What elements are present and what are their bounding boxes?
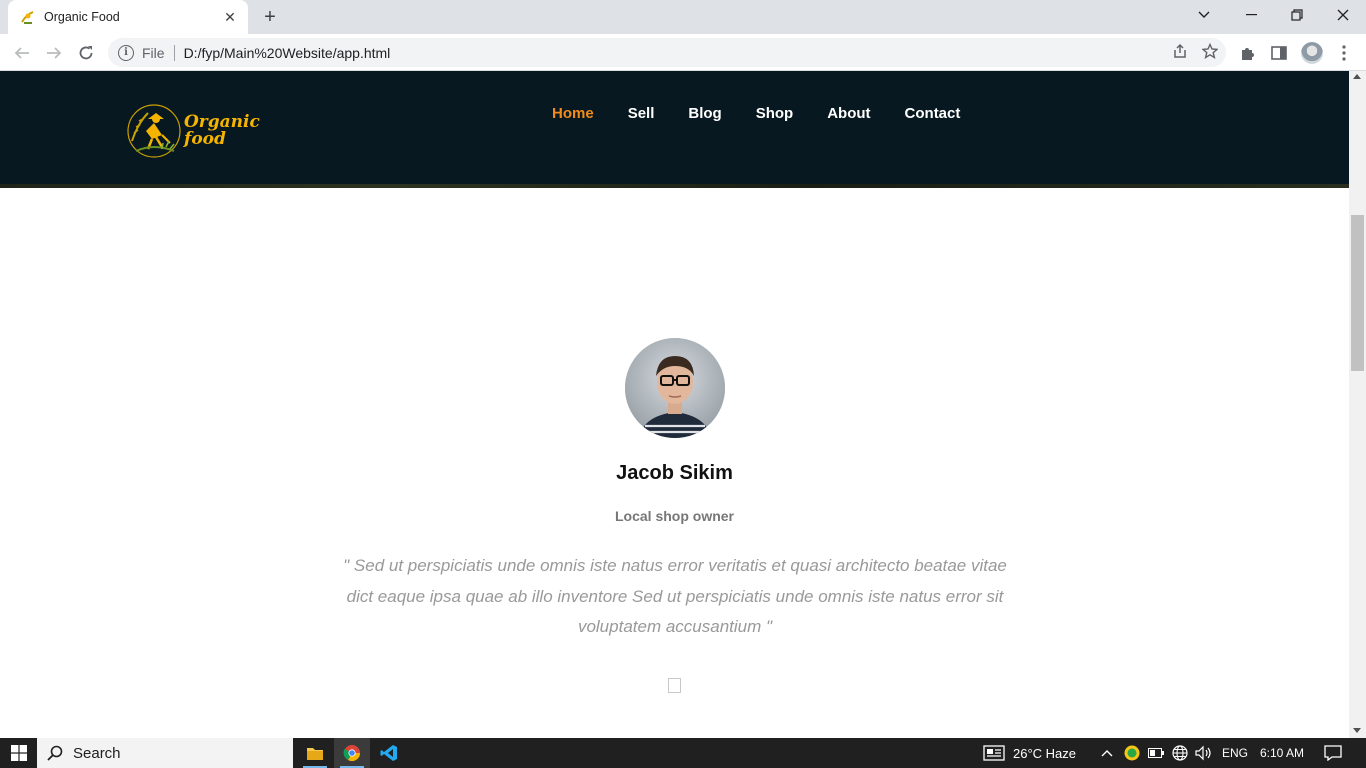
new-tab-button[interactable]: +	[258, 5, 282, 29]
page-scrollbar[interactable]	[1349, 71, 1366, 738]
browser-tabstrip: Organic Food ✕ +	[0, 0, 1366, 34]
testimonial-role: Local shop owner	[614, 508, 734, 524]
file-explorer-icon[interactable]	[297, 738, 333, 768]
network-globe-icon[interactable]	[1172, 738, 1188, 768]
clock[interactable]: 6:10 AM	[1260, 738, 1304, 768]
input-language[interactable]: ENG	[1222, 738, 1248, 768]
main-nav: Home Sell Blog Shop About Contact	[552, 105, 994, 122]
weather-widget[interactable]: 26°C Haze	[983, 738, 1076, 768]
site-info-icon[interactable]: i	[118, 44, 134, 61]
scrollbar-thumb[interactable]	[1351, 215, 1364, 371]
side-panel-icon[interactable]	[1268, 42, 1290, 64]
app-tray-icon[interactable]	[1124, 738, 1140, 768]
tab-search-chevron-icon[interactable]	[1181, 0, 1227, 30]
logo-text: Organic food	[184, 114, 260, 148]
weather-text: 26°C Haze	[1013, 745, 1077, 761]
browser-tab[interactable]: Organic Food ✕	[8, 0, 248, 34]
show-hidden-icons-chevron-icon[interactable]	[1101, 738, 1113, 768]
news-weather-icon	[983, 745, 1005, 761]
profile-avatar[interactable]	[1301, 42, 1323, 64]
chrome-taskbar-icon[interactable]	[334, 738, 370, 768]
omnibox-divider	[173, 44, 175, 61]
restore-button[interactable]	[1274, 0, 1320, 30]
chrome-menu-icon[interactable]	[1333, 42, 1355, 64]
address-bar[interactable]: i File D:/fyp/Main%20Website/app.html	[108, 38, 1226, 67]
battery-icon[interactable]	[1148, 738, 1164, 768]
tab-close-icon[interactable]: ✕	[222, 9, 238, 25]
testimonial-name: Jacob Sikim	[616, 462, 733, 484]
scroll-up-arrow-icon[interactable]	[1353, 74, 1361, 79]
forward-button[interactable]	[40, 39, 68, 67]
nav-contact[interactable]: Contact	[905, 105, 961, 122]
back-button[interactable]	[8, 39, 36, 67]
minimize-button[interactable]	[1228, 0, 1274, 30]
testimonial-quote: " Sed ut perspiciatis unde omnis iste na…	[343, 556, 1007, 636]
windows-start-icon[interactable]	[0, 738, 37, 768]
site-logo[interactable]: Organic food	[126, 103, 260, 159]
reload-button[interactable]	[72, 39, 100, 67]
nav-home[interactable]: Home	[552, 105, 594, 122]
search-icon	[47, 745, 63, 761]
browser-toolbar: i File D:/fyp/Main%20Website/app.html	[0, 34, 1366, 71]
taskbar-search-label: Search	[73, 744, 121, 762]
vscode-icon[interactable]	[371, 738, 407, 768]
nav-sell[interactable]: Sell	[628, 105, 655, 122]
carousel-indicator[interactable]	[668, 678, 681, 693]
nav-about[interactable]: About	[827, 105, 870, 122]
testimonial-avatar	[625, 338, 725, 438]
logo-line-2: food	[184, 129, 226, 149]
bookmark-star-icon[interactable]	[1201, 42, 1219, 63]
site-header: Organic food Home Sell Blog Shop About C…	[0, 71, 1349, 188]
scroll-down-arrow-icon[interactable]	[1353, 728, 1361, 733]
taskbar-search-box[interactable]: Search	[37, 738, 293, 768]
farmer-logo-icon	[127, 104, 181, 158]
page-viewport: Organic food Home Sell Blog Shop About C…	[0, 71, 1349, 738]
windows-taskbar: Search 26°C Haze ENG 6:10 AM	[0, 738, 1366, 768]
volume-icon[interactable]	[1195, 738, 1213, 768]
header-bottom-strip	[0, 184, 1349, 188]
scheme-label: File	[142, 44, 165, 61]
nav-blog[interactable]: Blog	[688, 105, 721, 122]
share-icon[interactable]	[1172, 43, 1188, 63]
close-window-button[interactable]	[1320, 0, 1366, 30]
notifications-icon[interactable]	[1324, 738, 1342, 768]
extensions-puzzle-icon[interactable]	[1237, 42, 1259, 64]
nav-shop[interactable]: Shop	[756, 105, 794, 122]
tab-title: Organic Food	[44, 10, 120, 24]
url-text[interactable]: D:/fyp/Main%20Website/app.html	[184, 45, 391, 61]
organic-food-favicon-icon	[20, 9, 36, 25]
